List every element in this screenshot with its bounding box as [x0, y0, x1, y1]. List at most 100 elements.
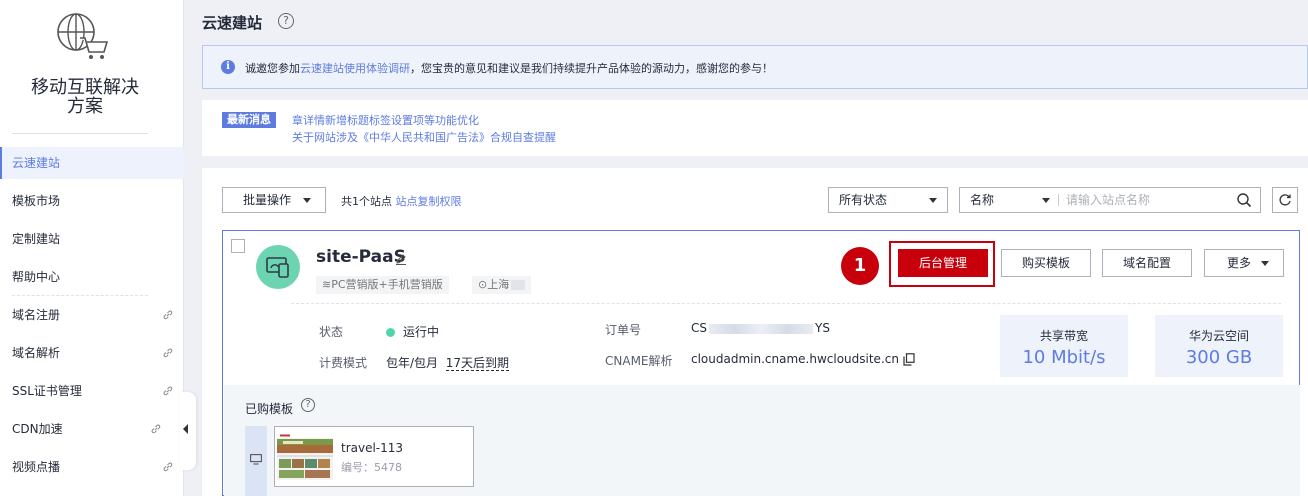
cloud-space-label: 华为云空间	[1188, 329, 1249, 343]
edit-icon[interactable]	[395, 253, 407, 265]
site-list-panel: 批量操作 共1个站点 站点复制权限 所有状态 名称 site-PaaS ≋PC营…	[202, 168, 1308, 496]
external-link-icon	[163, 462, 173, 472]
notice-text: 诚邀您参加云速建站使用体验调研，您宝贵的意见和建议是我们持续提升产品体验的源动力…	[245, 60, 773, 76]
notice-suffix: ，您宝贵的意见和建议是我们持续提升产品体验的源动力，感谢您的参与！	[410, 62, 773, 75]
sidebar-collapse-handle[interactable]	[180, 392, 196, 470]
layers-icon: ≋	[322, 278, 332, 291]
sidebar-item-cdn[interactable]: CDN加速	[0, 413, 184, 445]
billing-label: 计费模式	[319, 356, 368, 370]
sidebar-item-label: 模板市场	[12, 194, 61, 208]
site-card: site-PaaS ≋PC营销版+手机营销版 ⊙上海 1 后台管理 购买模板 域…	[222, 230, 1300, 496]
order-label: 订单号	[605, 323, 642, 337]
sidebar-item-label: 定制建站	[12, 232, 61, 246]
sidebar-item-label: CDN加速	[12, 422, 63, 436]
running-status-dot	[386, 328, 395, 337]
sidebar-item-help-center[interactable]: 帮助中心	[0, 261, 184, 293]
caret-down-icon	[1261, 261, 1269, 266]
step-number-badge: 1	[841, 247, 879, 285]
masked-region	[511, 280, 526, 290]
sidebar-item-label: 域名注册	[12, 308, 61, 322]
monitor-icon	[250, 454, 262, 465]
external-link-icon	[151, 424, 161, 434]
sidebar-item-site-builder[interactable]: 云速建站	[0, 147, 184, 179]
template-thumbnail	[277, 433, 333, 480]
status-filter-value: 所有状态	[839, 193, 888, 207]
bandwidth-label: 共享带宽	[1039, 329, 1088, 343]
site-search: 名称	[959, 187, 1261, 213]
backend-management-button[interactable]: 后台管理	[898, 249, 988, 277]
edition-tag: ≋PC营销版+手机营销版	[316, 276, 449, 294]
status-value-text: 运行中	[403, 325, 440, 339]
batch-operation-button[interactable]: 批量操作	[222, 187, 326, 213]
notice-prefix: 诚邀您参加	[245, 62, 300, 75]
device-type-rail	[245, 426, 267, 496]
search-icon[interactable]	[1236, 192, 1252, 208]
news-link-1[interactable]: 章详情新增标题标签设置项等功能优化	[292, 112, 479, 128]
copy-permission-link[interactable]: 站点复制权限	[396, 195, 462, 208]
sidebar-item-vod[interactable]: 视频点播	[0, 451, 184, 483]
site-name: site-PaaS	[316, 247, 406, 267]
site-count-text: 共1个站点	[341, 195, 392, 208]
sidebar-item-domain-registration[interactable]: 域名注册	[0, 299, 184, 331]
bandwidth-value: 10 Mbit/s	[1022, 347, 1106, 368]
order-suffix: YS	[815, 321, 830, 335]
cname-label: CNAME解析	[605, 354, 673, 368]
help-icon[interactable]: ?	[301, 398, 315, 412]
search-input[interactable]	[1066, 191, 1226, 209]
search-field-select[interactable]: 名称	[970, 188, 994, 212]
more-button-label: 更多	[1227, 256, 1252, 270]
cname-text: cloudadmin.cname.hwcloudsite.cn	[691, 352, 899, 366]
news-panel: 最新消息 章详情新增标题标签设置项等功能优化 关于网站涉及《中华人民共和国广告法…	[202, 100, 1308, 156]
refresh-icon	[1279, 194, 1291, 206]
purchased-templates-title: 已购模板	[245, 402, 294, 416]
batch-operation-label: 批量操作	[243, 193, 292, 207]
sidebar-item-domain-resolution[interactable]: 域名解析	[0, 337, 184, 369]
site-count: 共1个站点 站点复制权限	[341, 193, 462, 209]
sidebar-item-template-market[interactable]: 模板市场	[0, 185, 184, 217]
edition-tag-text: PC营销版+手机营销版	[331, 278, 443, 291]
sidebar-item-label: 帮助中心	[12, 270, 61, 284]
site-checkbox[interactable]	[231, 239, 245, 253]
external-link-icon	[163, 386, 173, 396]
caret-down-icon	[303, 198, 311, 203]
site-avatar	[256, 245, 300, 289]
sidebar-item-label: SSL证书管理	[12, 384, 82, 398]
sidebar-divider	[12, 133, 148, 134]
info-icon: i	[221, 60, 235, 74]
status-label: 状态	[319, 325, 344, 339]
site-device-icon	[266, 257, 289, 278]
survey-link[interactable]: 云速建站使用体验调研	[300, 62, 410, 75]
sidebar-item-custom-site[interactable]: 定制建站	[0, 223, 184, 255]
sidebar-item-label: 域名解析	[12, 346, 61, 360]
more-button[interactable]: 更多	[1204, 249, 1284, 277]
status-filter-select[interactable]: 所有状态	[828, 187, 948, 213]
buy-template-button[interactable]: 购买模板	[1001, 249, 1091, 277]
purchased-templates-section: 已购模板 ? travel-113 编号：5478	[224, 385, 1300, 496]
caret-down-icon	[929, 198, 937, 203]
news-link-2[interactable]: 关于网站涉及《中华人民共和国广告法》合规自查提醒	[292, 129, 556, 145]
template-card[interactable]: travel-113 编号：5478	[274, 426, 474, 487]
expire-value[interactable]: 17天后到期	[445, 356, 509, 371]
chevron-left-icon	[183, 424, 188, 434]
cloud-space-stat: 华为云空间 300 GB	[1155, 315, 1283, 377]
search-separator	[1058, 194, 1059, 206]
card-divider	[291, 303, 1281, 304]
template-number: 编号：5478	[341, 461, 402, 474]
billing-value: 包年/包月 17天后到期	[386, 354, 509, 371]
sidebar-item-label: 视频点播	[12, 460, 61, 474]
domain-config-button[interactable]: 域名配置	[1102, 249, 1192, 277]
caret-down-icon	[1042, 198, 1050, 203]
product-name-line2: 方案	[67, 96, 103, 117]
refresh-button[interactable]	[1272, 187, 1298, 213]
bandwidth-stat: 共享带宽 10 Mbit/s	[1000, 315, 1128, 377]
sidebar-item-ssl[interactable]: SSL证书管理	[0, 375, 184, 407]
sidebar-separator	[12, 295, 148, 296]
external-link-icon	[163, 348, 173, 358]
globe-cart-icon	[57, 13, 109, 59]
order-value: CS YS	[691, 321, 830, 335]
status-value: 运行中	[386, 323, 439, 340]
help-icon[interactable]: ?	[278, 13, 294, 29]
sidebar-item-label: 云速建站	[12, 156, 61, 170]
cname-value: cloudadmin.cname.hwcloudsite.cn	[691, 352, 915, 366]
copy-icon[interactable]	[903, 353, 915, 366]
